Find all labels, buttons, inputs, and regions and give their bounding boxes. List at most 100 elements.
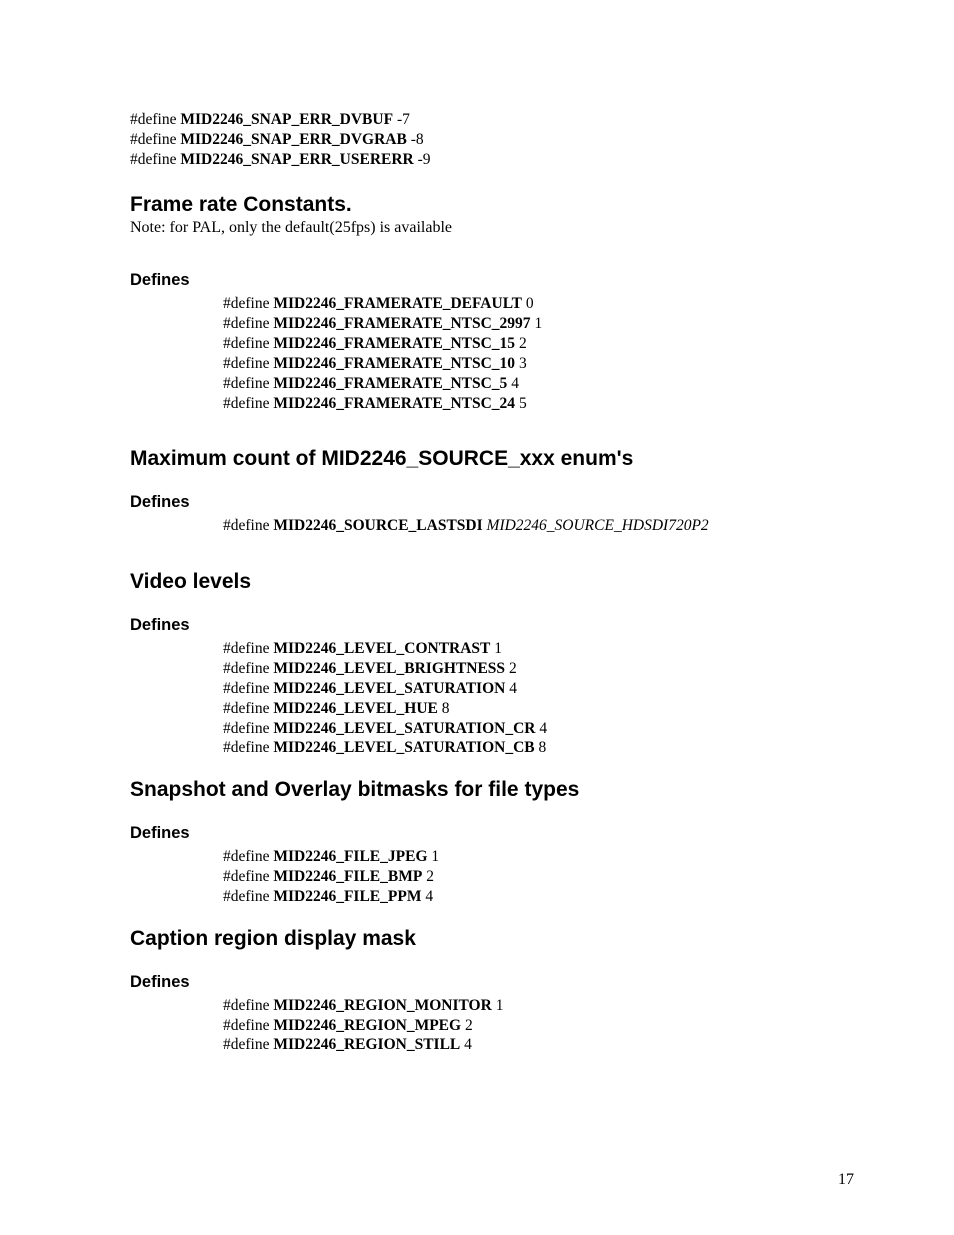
define-row: #define MID2246_LEVEL_SATURATION_CR 4 <box>223 719 854 739</box>
define-row: #define MID2246_LEVEL_SATURATION 4 <box>223 679 854 699</box>
section-title-frame-rate: Frame rate Constants. <box>130 193 854 217</box>
define-val: 8 <box>538 739 546 756</box>
define-name: MID2246_REGION_STILL <box>273 1036 460 1053</box>
define-name: MID2246_LEVEL_SATURATION_CR <box>273 720 535 737</box>
define-val: -8 <box>411 131 424 148</box>
defines-heading: Defines <box>130 616 854 635</box>
define-name: MID2246_LEVEL_SATURATION_CB <box>273 739 534 756</box>
define-kw: #define <box>223 868 269 885</box>
define-kw: #define <box>223 1017 269 1034</box>
defines-block: #define MID2246_SOURCE_LASTSDI MID2246_S… <box>223 516 854 536</box>
define-val: MID2246_SOURCE_HDSDI720P2 <box>487 517 709 534</box>
define-row: #define MID2246_FRAMERATE_NTSC_2997 1 <box>223 314 854 334</box>
define-val: 1 <box>494 640 502 657</box>
defines-heading: Defines <box>130 824 854 843</box>
define-kw: #define <box>223 997 269 1014</box>
defines-block: #define MID2246_LEVEL_CONTRAST 1 #define… <box>223 639 854 758</box>
define-val: 4 <box>425 888 433 905</box>
define-val: 2 <box>519 335 527 352</box>
define-name: MID2246_SOURCE_LASTSDI <box>273 517 482 534</box>
define-kw: #define <box>223 295 269 312</box>
define-val: -9 <box>418 151 431 168</box>
define-val: 2 <box>426 868 434 885</box>
define-kw: #define <box>223 355 269 372</box>
define-val: 2 <box>465 1017 473 1034</box>
define-name: MID2246_FRAMERATE_NTSC_10 <box>273 355 515 372</box>
define-kw: #define <box>223 660 269 677</box>
define-kw: #define <box>130 111 176 128</box>
define-val: 5 <box>519 395 527 412</box>
define-name: MID2246_SNAP_ERR_DVGRAB <box>180 131 406 148</box>
define-kw: #define <box>223 517 269 534</box>
define-row: #define MID2246_REGION_MPEG 2 <box>223 1016 854 1036</box>
define-name: MID2246_FRAMERATE_DEFAULT <box>273 295 522 312</box>
define-row: #define MID2246_FRAMERATE_NTSC_5 4 <box>223 374 854 394</box>
define-val: 4 <box>539 720 547 737</box>
define-val: 1 <box>534 315 542 332</box>
define-val: 3 <box>519 355 527 372</box>
define-name: MID2246_LEVEL_BRIGHTNESS <box>273 660 505 677</box>
define-name: MID2246_FRAMERATE_NTSC_24 <box>273 395 515 412</box>
define-val: 2 <box>509 660 517 677</box>
define-row: #define MID2246_REGION_MONITOR 1 <box>223 996 854 1016</box>
define-val: 4 <box>464 1036 472 1053</box>
define-val: 8 <box>442 700 450 717</box>
define-row: #define MID2246_SNAP_ERR_DVBUF -7 <box>130 110 854 130</box>
define-kw: #define <box>223 700 269 717</box>
define-val: 1 <box>431 848 439 865</box>
define-row: #define MID2246_FILE_BMP 2 <box>223 867 854 887</box>
define-row: #define MID2246_SOURCE_LASTSDI MID2246_S… <box>223 516 854 536</box>
define-row: #define MID2246_FRAMERATE_DEFAULT 0 <box>223 294 854 314</box>
defines-block: #define MID2246_FILE_JPEG 1 #define MID2… <box>223 847 854 906</box>
page: #define MID2246_SNAP_ERR_DVBUF -7 #defin… <box>0 0 954 1235</box>
define-name: MID2246_SNAP_ERR_USERERR <box>180 151 413 168</box>
define-kw: #define <box>223 680 269 697</box>
section-title-snapshot-overlay: Snapshot and Overlay bitmasks for file t… <box>130 778 854 802</box>
define-row: #define MID2246_LEVEL_BRIGHTNESS 2 <box>223 659 854 679</box>
define-name: MID2246_FRAMERATE_NTSC_2997 <box>273 315 530 332</box>
defines-heading: Defines <box>130 493 854 512</box>
define-kw: #define <box>223 1036 269 1053</box>
defines-block: #define MID2246_FRAMERATE_DEFAULT 0 #def… <box>223 294 854 413</box>
define-val: -7 <box>397 111 410 128</box>
define-val: 1 <box>496 997 504 1014</box>
defines-heading: Defines <box>130 271 854 290</box>
define-row: #define MID2246_LEVEL_HUE 8 <box>223 699 854 719</box>
define-row: #define MID2246_FILE_PPM 4 <box>223 887 854 907</box>
section-title-caption-region: Caption region display mask <box>130 927 854 951</box>
define-name: MID2246_FRAMERATE_NTSC_5 <box>273 375 507 392</box>
define-name: MID2246_LEVEL_CONTRAST <box>273 640 490 657</box>
define-name: MID2246_FILE_PPM <box>273 888 421 905</box>
define-row: #define MID2246_LEVEL_CONTRAST 1 <box>223 639 854 659</box>
define-kw: #define <box>223 848 269 865</box>
define-row: #define MID2246_FRAMERATE_NTSC_24 5 <box>223 394 854 414</box>
define-row: #define MID2246_LEVEL_SATURATION_CB 8 <box>223 738 854 758</box>
define-kw: #define <box>130 151 176 168</box>
section-title-max-source: Maximum count of MID2246_SOURCE_xxx enum… <box>130 447 854 471</box>
section-note: Note: for PAL, only the default(25fps) i… <box>130 219 854 237</box>
define-kw: #define <box>223 720 269 737</box>
define-name: MID2246_REGION_MPEG <box>273 1017 461 1034</box>
define-name: MID2246_FILE_BMP <box>273 868 422 885</box>
define-kw: #define <box>223 395 269 412</box>
define-kw: #define <box>223 375 269 392</box>
define-kw: #define <box>130 131 176 148</box>
define-row: #define MID2246_REGION_STILL 4 <box>223 1035 854 1055</box>
top-defines-block: #define MID2246_SNAP_ERR_DVBUF -7 #defin… <box>130 110 854 169</box>
define-name: MID2246_REGION_MONITOR <box>273 997 491 1014</box>
defines-block: #define MID2246_REGION_MONITOR 1 #define… <box>223 996 854 1055</box>
define-row: #define MID2246_FRAMERATE_NTSC_10 3 <box>223 354 854 374</box>
define-row: #define MID2246_SNAP_ERR_USERERR -9 <box>130 150 854 170</box>
defines-heading: Defines <box>130 973 854 992</box>
define-name: MID2246_LEVEL_SATURATION <box>273 680 505 697</box>
define-name: MID2246_FILE_JPEG <box>273 848 427 865</box>
page-number: 17 <box>838 1171 854 1189</box>
define-name: MID2246_LEVEL_HUE <box>273 700 438 717</box>
define-name: MID2246_FRAMERATE_NTSC_15 <box>273 335 515 352</box>
section-title-video-levels: Video levels <box>130 570 854 594</box>
define-row: #define MID2246_FILE_JPEG 1 <box>223 847 854 867</box>
define-val: 4 <box>509 680 517 697</box>
define-row: #define MID2246_SNAP_ERR_DVGRAB -8 <box>130 130 854 150</box>
define-kw: #define <box>223 315 269 332</box>
define-val: 4 <box>511 375 519 392</box>
